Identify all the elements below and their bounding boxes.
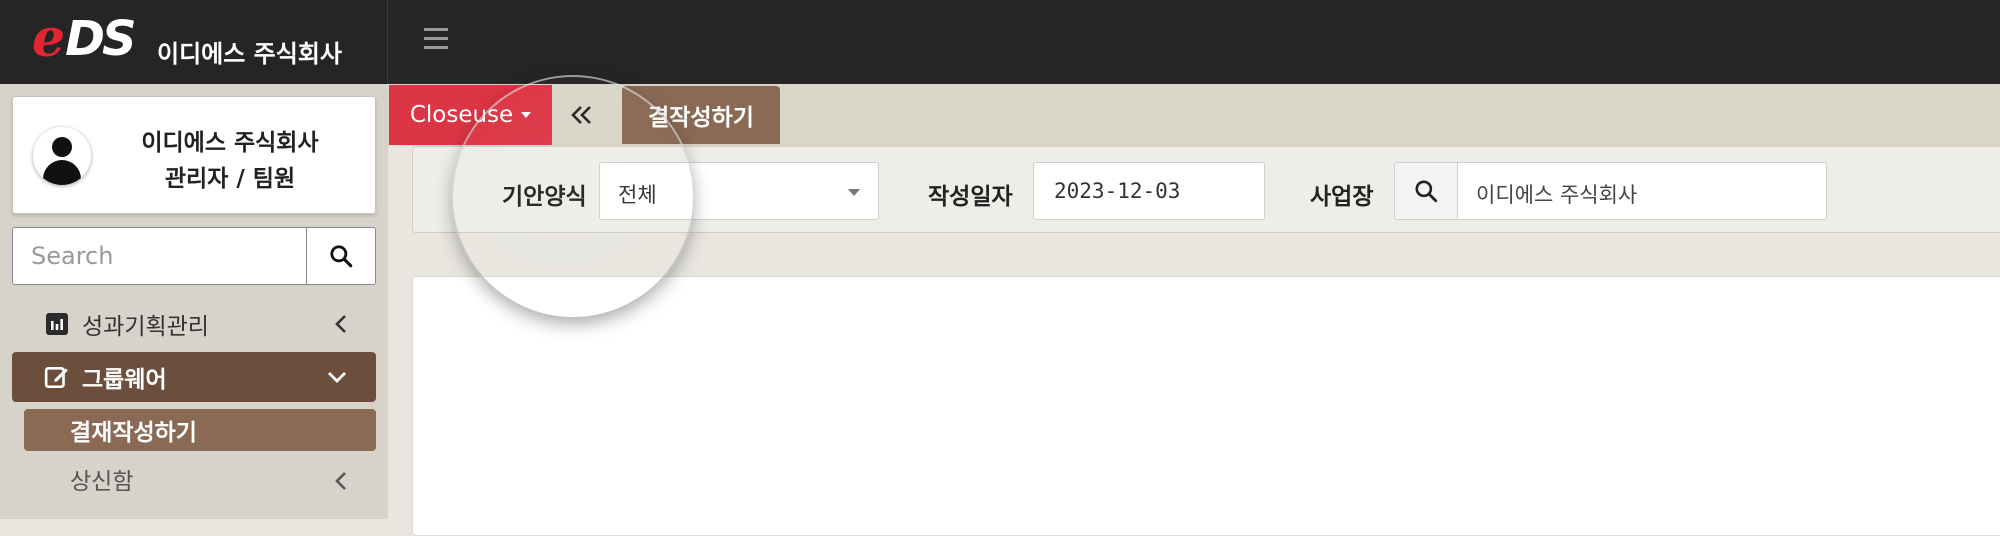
chevron-left-icon (335, 472, 346, 490)
caret-down-icon (848, 189, 860, 196)
sidebar-item-label: 성과기획관리 (82, 314, 209, 340)
form-type-select[interactable]: 전체 (599, 162, 879, 220)
sidebar-subitem-sent[interactable]: 상신함 (24, 458, 376, 500)
hamburger-icon[interactable] (424, 28, 448, 49)
sidebar-subitem-label: 상신함 (70, 469, 134, 495)
main-area: Closeuse 결작성하기 기안양식 전체 작성일자 2023-12-03 사… (388, 84, 2000, 536)
profile-card: 이디에스 주식회사 관리자 / 팀원 (12, 96, 376, 214)
sidebar-item-performance[interactable]: 성과기획관리 (12, 299, 376, 349)
date-value: 2023-12-03 (1054, 179, 1181, 203)
site-search-button[interactable] (1394, 162, 1458, 220)
logo: e DS (32, 8, 137, 69)
profile-role: 관리자 / 팀원 (164, 166, 296, 192)
brand[interactable]: e DS 이디에스 주식회사 (0, 0, 388, 84)
content-panel (412, 276, 2000, 536)
chevron-left-icon (335, 315, 346, 333)
chart-icon (44, 311, 70, 337)
top-bar: e DS 이디에스 주식회사 (0, 0, 2000, 84)
site-value: 이디에스 주식회사 (1476, 183, 1638, 207)
sidebar-subitem-approval-write[interactable]: 결재작성하기 (24, 409, 376, 451)
sidebar-search-input[interactable] (12, 227, 306, 285)
logo-ds: DS (65, 11, 136, 67)
brand-company-name: 이디에스 주식회사 (157, 40, 342, 68)
date-input[interactable]: 2023-12-03 (1033, 162, 1265, 220)
sidebar-search (12, 227, 376, 285)
sidebar-item-label: 그룹웨어 (82, 367, 167, 393)
logo-e: e (32, 8, 66, 69)
search-icon (1415, 180, 1438, 203)
date-label: 작성일자 (928, 184, 1013, 210)
form-type-value: 전체 (618, 183, 657, 207)
filter-panel: 기안양식 전체 작성일자 2023-12-03 사업장 이디에스 주식회사 (412, 146, 2000, 233)
search-icon (330, 245, 353, 268)
sidebar-search-button[interactable] (306, 227, 376, 285)
user-icon (33, 127, 91, 185)
site-input[interactable]: 이디에스 주식회사 (1457, 162, 1827, 220)
edit-icon (44, 364, 70, 390)
double-chevron-left-icon[interactable] (564, 98, 600, 132)
close-dropdown-button[interactable]: Closeuse (389, 85, 552, 145)
site-label: 사업장 (1310, 184, 1374, 210)
tab-approval-write[interactable]: 결작성하기 (622, 86, 780, 144)
tab-bar: Closeuse 결작성하기 (388, 84, 2000, 146)
close-button-label: Closeuse (409, 102, 514, 128)
sidebar: 이디에스 주식회사 관리자 / 팀원 성과기획관리 (0, 84, 388, 519)
form-type-label: 기안양식 (502, 184, 587, 210)
caret-down-icon (521, 112, 532, 118)
sidebar-subitem-label: 결재작성하기 (70, 420, 197, 446)
chevron-down-icon (328, 372, 346, 383)
profile-company: 이디에스 주식회사 (141, 130, 319, 156)
sidebar-item-groupware[interactable]: 그룹웨어 (12, 352, 376, 402)
